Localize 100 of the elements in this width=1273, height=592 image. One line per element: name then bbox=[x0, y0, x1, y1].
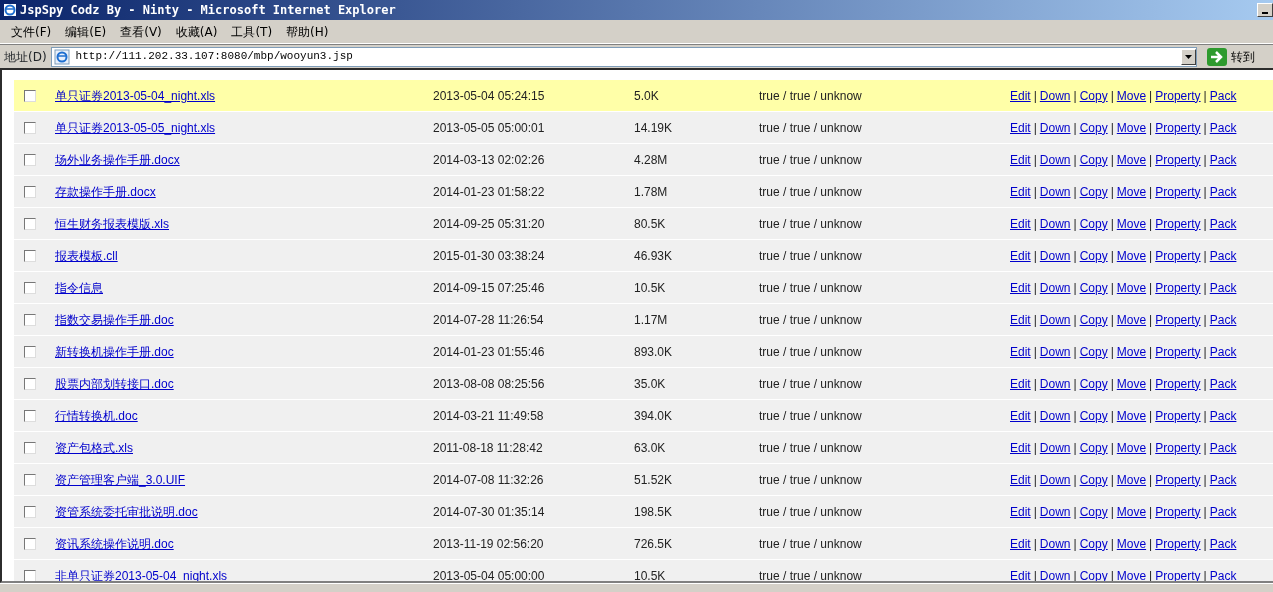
action-link[interactable]: Property bbox=[1155, 470, 1201, 489]
action-link[interactable]: Copy bbox=[1079, 86, 1108, 105]
action-link[interactable]: Move bbox=[1116, 406, 1147, 425]
action-link[interactable]: Move bbox=[1116, 502, 1147, 521]
action-link[interactable]: Property bbox=[1155, 86, 1201, 105]
action-link[interactable]: Edit bbox=[1010, 310, 1031, 329]
action-link[interactable]: Property bbox=[1155, 502, 1201, 521]
file-link[interactable]: 资产管理客户端_3.0.UIF bbox=[55, 470, 433, 489]
action-link[interactable]: Edit bbox=[1010, 406, 1031, 425]
action-link[interactable]: Move bbox=[1116, 470, 1147, 489]
file-link[interactable]: 存款操作手册.docx bbox=[55, 182, 433, 201]
action-link[interactable]: Move bbox=[1116, 342, 1147, 361]
checkbox[interactable] bbox=[24, 569, 36, 581]
action-link[interactable]: Pack bbox=[1209, 246, 1237, 265]
action-link[interactable]: Move bbox=[1116, 150, 1147, 169]
file-link[interactable]: 报表模板.cll bbox=[55, 246, 433, 265]
action-link[interactable]: Pack bbox=[1209, 118, 1237, 137]
file-link[interactable]: 恒生财务报表模版.xls bbox=[55, 214, 433, 233]
menu-item[interactable]: 帮助(H) bbox=[279, 22, 336, 41]
action-link[interactable]: Down bbox=[1039, 182, 1071, 201]
action-link[interactable]: Copy bbox=[1079, 118, 1108, 137]
action-link[interactable]: Pack bbox=[1209, 566, 1237, 581]
action-link[interactable]: Pack bbox=[1209, 438, 1237, 457]
action-link[interactable]: Move bbox=[1116, 438, 1147, 457]
action-link[interactable]: Copy bbox=[1079, 438, 1108, 457]
action-link[interactable]: Down bbox=[1039, 566, 1071, 581]
action-link[interactable]: Edit bbox=[1010, 438, 1031, 457]
file-link[interactable]: 场外业务操作手册.docx bbox=[55, 150, 433, 169]
checkbox[interactable] bbox=[24, 89, 36, 102]
file-link[interactable]: 指数交易操作手册.doc bbox=[55, 310, 433, 329]
action-link[interactable]: Down bbox=[1039, 342, 1071, 361]
action-link[interactable]: Move bbox=[1116, 86, 1147, 105]
action-link[interactable]: Down bbox=[1039, 534, 1071, 553]
file-link[interactable]: 股票内部划转接口.doc bbox=[55, 374, 433, 393]
action-link[interactable]: Pack bbox=[1209, 214, 1237, 233]
action-link[interactable]: Down bbox=[1039, 118, 1071, 137]
action-link[interactable]: Copy bbox=[1079, 182, 1108, 201]
action-link[interactable]: Pack bbox=[1209, 470, 1237, 489]
file-link[interactable]: 指令信息 bbox=[55, 278, 433, 297]
checkbox[interactable] bbox=[24, 153, 36, 166]
action-link[interactable]: Move bbox=[1116, 118, 1147, 137]
action-link[interactable]: Pack bbox=[1209, 342, 1237, 361]
action-link[interactable]: Copy bbox=[1079, 150, 1108, 169]
action-link[interactable]: Down bbox=[1039, 470, 1071, 489]
action-link[interactable]: Pack bbox=[1209, 374, 1237, 393]
action-link[interactable]: Edit bbox=[1010, 246, 1031, 265]
checkbox[interactable] bbox=[24, 345, 36, 358]
action-link[interactable]: Copy bbox=[1079, 406, 1108, 425]
file-link[interactable]: 资讯系统操作说明.doc bbox=[55, 534, 433, 553]
action-link[interactable]: Property bbox=[1155, 406, 1201, 425]
menu-item[interactable]: 查看(V) bbox=[113, 22, 169, 41]
action-link[interactable]: Pack bbox=[1209, 278, 1237, 297]
action-link[interactable]: Move bbox=[1116, 534, 1147, 553]
action-link[interactable]: Down bbox=[1039, 278, 1071, 297]
checkbox[interactable] bbox=[24, 377, 36, 390]
action-link[interactable]: Pack bbox=[1209, 406, 1237, 425]
action-link[interactable]: Property bbox=[1155, 150, 1201, 169]
action-link[interactable]: Property bbox=[1155, 438, 1201, 457]
action-link[interactable]: Copy bbox=[1079, 278, 1108, 297]
action-link[interactable]: Edit bbox=[1010, 150, 1031, 169]
action-link[interactable]: Move bbox=[1116, 246, 1147, 265]
action-link[interactable]: Edit bbox=[1010, 278, 1031, 297]
action-link[interactable]: Edit bbox=[1010, 502, 1031, 521]
action-link[interactable]: Property bbox=[1155, 310, 1201, 329]
checkbox[interactable] bbox=[24, 313, 36, 326]
checkbox[interactable] bbox=[24, 249, 36, 262]
action-link[interactable]: Move bbox=[1116, 566, 1147, 581]
action-link[interactable]: Edit bbox=[1010, 182, 1031, 201]
action-link[interactable]: Copy bbox=[1079, 502, 1108, 521]
action-link[interactable]: Move bbox=[1116, 214, 1147, 233]
action-link[interactable]: Move bbox=[1116, 374, 1147, 393]
action-link[interactable]: Property bbox=[1155, 342, 1201, 361]
action-link[interactable]: Down bbox=[1039, 438, 1071, 457]
file-link[interactable]: 资管系统委托审批说明.doc bbox=[55, 502, 433, 521]
action-link[interactable]: Move bbox=[1116, 310, 1147, 329]
checkbox[interactable] bbox=[24, 505, 36, 518]
action-link[interactable]: Edit bbox=[1010, 342, 1031, 361]
action-link[interactable]: Pack bbox=[1209, 150, 1237, 169]
action-link[interactable]: Pack bbox=[1209, 502, 1237, 521]
action-link[interactable]: Down bbox=[1039, 214, 1071, 233]
action-link[interactable]: Edit bbox=[1010, 86, 1031, 105]
file-link[interactable]: 行情转换机.doc bbox=[55, 406, 433, 425]
file-link[interactable]: 新转换机操作手册.doc bbox=[55, 342, 433, 361]
action-link[interactable]: Down bbox=[1039, 246, 1071, 265]
file-link[interactable]: 单只证券2013-05-05_night.xls bbox=[55, 118, 433, 137]
action-link[interactable]: Edit bbox=[1010, 118, 1031, 137]
action-link[interactable]: Copy bbox=[1079, 534, 1108, 553]
action-link[interactable]: Property bbox=[1155, 278, 1201, 297]
action-link[interactable]: Move bbox=[1116, 182, 1147, 201]
checkbox[interactable] bbox=[24, 281, 36, 294]
file-link[interactable]: 资产包格式.xls bbox=[55, 438, 433, 457]
action-link[interactable]: Pack bbox=[1209, 182, 1237, 201]
action-link[interactable]: Property bbox=[1155, 182, 1201, 201]
action-link[interactable]: Pack bbox=[1209, 534, 1237, 553]
action-link[interactable]: Property bbox=[1155, 214, 1201, 233]
checkbox[interactable] bbox=[24, 537, 36, 550]
checkbox[interactable] bbox=[24, 473, 36, 486]
checkbox[interactable] bbox=[24, 217, 36, 230]
checkbox[interactable] bbox=[24, 185, 36, 198]
action-link[interactable]: Down bbox=[1039, 502, 1071, 521]
